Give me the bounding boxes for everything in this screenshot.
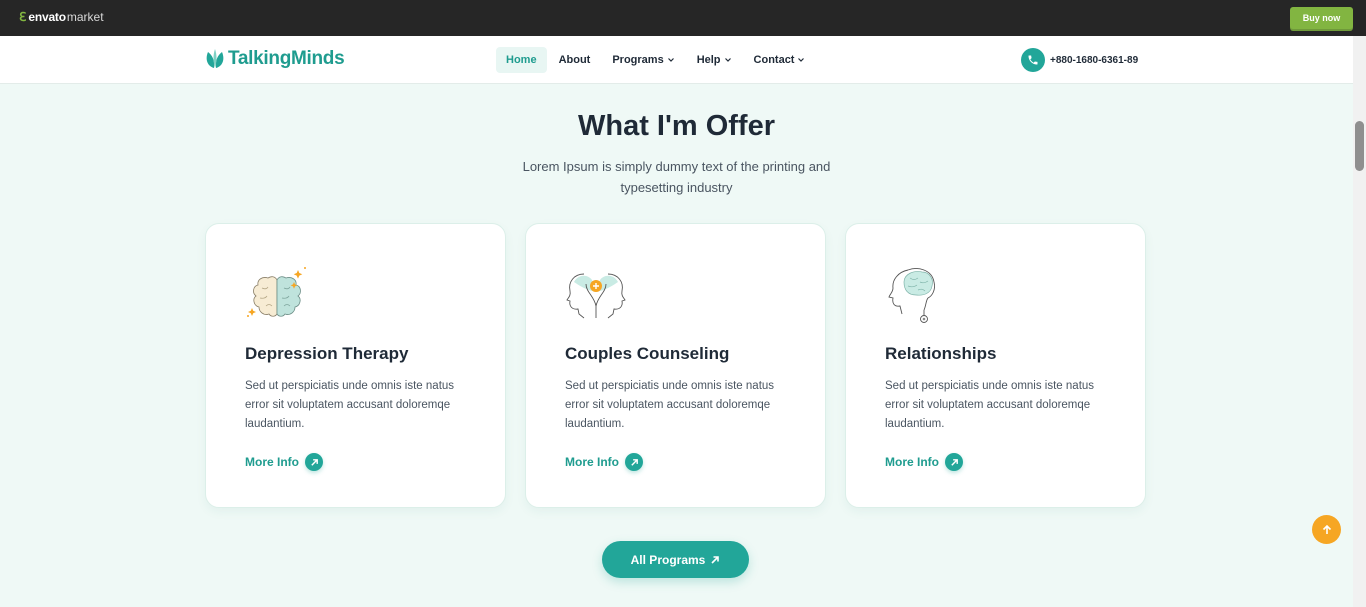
card-description: Sed ut perspiciatis unde omnis iste natu… (245, 380, 455, 430)
main-nav: Home About Programs Help Contact (496, 47, 817, 73)
couple-heads-icon (566, 273, 626, 319)
arrow-up-right-icon (625, 453, 643, 471)
envato-logo[interactable]: ℇ envato market (19, 10, 104, 24)
envato-bar: ℇ envato market Buy now (0, 0, 1366, 36)
nav-about[interactable]: About (549, 47, 601, 73)
more-info-label: More Info (565, 455, 619, 469)
more-info-link[interactable]: More Info (245, 453, 323, 471)
nav-home-label: Home (506, 54, 537, 66)
site-logo[interactable]: TalkingMinds (205, 48, 345, 70)
arrow-up-icon (1322, 524, 1331, 534)
nav-programs[interactable]: Programs (602, 47, 684, 73)
nav-home[interactable]: Home (496, 47, 547, 73)
phone-number: +880-1680-6361-89 (1050, 54, 1139, 66)
site-header: TalkingMinds Home About Programs Help Co… (0, 36, 1353, 84)
logo-text: TalkingMinds (228, 48, 345, 69)
arrow-up-right-icon (945, 453, 963, 471)
nav-contact[interactable]: Contact (744, 47, 816, 73)
phone-icon (1021, 48, 1045, 72)
back-to-top-button[interactable] (1312, 515, 1341, 544)
section-title: What I'm Offer (577, 110, 775, 142)
envato-brand: envato (28, 10, 66, 24)
service-card-couples-counseling: Couples Counseling Sed ut perspiciatis u… (525, 223, 826, 508)
chevron-down-icon (724, 58, 731, 62)
nav-about-label: About (558, 54, 591, 66)
all-programs-button[interactable]: All Programs (602, 541, 749, 578)
arrow-up-right-icon (711, 555, 720, 564)
all-programs-label: All Programs (630, 552, 706, 567)
more-info-label: More Info (885, 455, 939, 469)
card-title: Couples Counseling (565, 344, 730, 363)
arrow-up-right-icon (305, 453, 323, 471)
card-description: Sed ut perspiciatis unde omnis iste natu… (565, 380, 775, 430)
card-description: Sed ut perspiciatis unde omnis iste natu… (885, 380, 1095, 430)
head-brain-icon (888, 268, 935, 323)
scrollbar-thumb[interactable] (1355, 121, 1364, 171)
more-info-link[interactable]: More Info (565, 453, 643, 471)
brain-sparkle-icon (247, 267, 306, 317)
leaf-logo-icon (206, 49, 224, 68)
page-scrollbar[interactable] (1353, 36, 1366, 607)
card-title: Depression Therapy (245, 344, 409, 363)
phone-contact[interactable]: +880-1680-6361-89 (1021, 48, 1138, 72)
nav-help[interactable]: Help (687, 47, 742, 73)
section-subtitle: Lorem Ipsum is simply dummy text of the … (522, 159, 831, 195)
service-card-relationships: Relationships Sed ut perspiciatis unde o… (845, 223, 1146, 508)
nav-contact-label: Contact (753, 54, 795, 66)
chevron-down-icon (798, 58, 805, 62)
more-info-label: More Info (245, 455, 299, 469)
more-info-link[interactable]: More Info (885, 453, 963, 471)
chevron-down-icon (667, 58, 674, 62)
card-title: Relationships (885, 344, 997, 363)
envato-market: market (66, 10, 104, 24)
envato-leaf-icon: ℇ (19, 10, 27, 24)
buy-now-button[interactable]: Buy now (1290, 7, 1353, 29)
nav-programs-label: Programs (612, 54, 664, 66)
nav-help-label: Help (696, 54, 721, 66)
service-card-depression-therapy: Depression Therapy Sed ut perspiciatis u… (205, 223, 506, 508)
